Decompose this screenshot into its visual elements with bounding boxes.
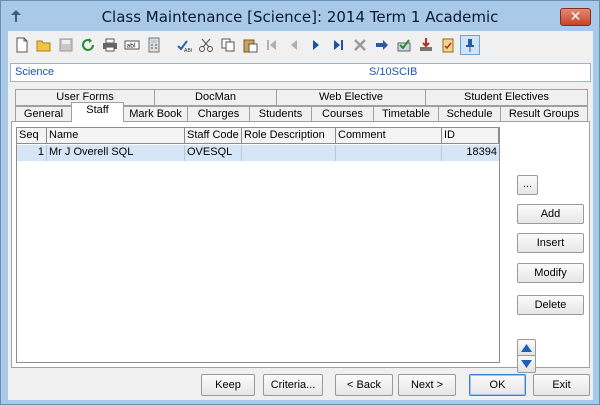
back-button[interactable]: < Back xyxy=(335,374,393,396)
close-button[interactable]: ✕ xyxy=(560,8,591,26)
column-header-comment[interactable]: Comment xyxy=(336,128,442,144)
class-maintenance-window: Class Maintenance [Science]: 2014 Term 1… xyxy=(0,0,600,405)
paste-icon[interactable] xyxy=(240,35,260,55)
staff-tab-panel: Seq Name Staff Code Role Description Com… xyxy=(11,121,590,373)
table-row[interactable]: 1 Mr J Overell SQL OVESQL 18394 xyxy=(17,145,499,161)
calculator-icon[interactable] xyxy=(144,35,164,55)
cell-role-description xyxy=(242,145,336,161)
spellcheck-icon[interactable]: ABC xyxy=(174,35,194,55)
tab-web-elective[interactable]: Web Elective xyxy=(276,89,426,106)
tab-docman[interactable]: DocMan xyxy=(154,89,277,106)
window-title: Class Maintenance [Science]: 2014 Term 1… xyxy=(101,8,499,26)
next-icon[interactable] xyxy=(306,35,326,55)
column-header-name[interactable]: Name xyxy=(47,128,185,144)
tab-staff[interactable]: Staff xyxy=(71,102,124,122)
next-button[interactable]: Next > xyxy=(398,374,456,396)
open-icon[interactable] xyxy=(34,35,54,55)
cell-seq: 1 xyxy=(17,145,47,161)
grid-header: Seq Name Staff Code Role Description Com… xyxy=(17,128,499,144)
delete-icon[interactable] xyxy=(350,35,370,55)
ok-button[interactable]: OK xyxy=(469,374,526,396)
add-button[interactable]: Add xyxy=(517,204,584,224)
column-header-role-description[interactable]: Role Description xyxy=(242,128,336,144)
form-field-icon[interactable]: abl xyxy=(122,35,142,55)
column-header-seq[interactable]: Seq xyxy=(17,128,47,144)
save-icon[interactable] xyxy=(56,35,76,55)
arrow-up-icon xyxy=(521,344,532,352)
cell-staff-code: OVESQL xyxy=(185,145,242,161)
pin-icon[interactable] xyxy=(460,35,480,55)
refresh-icon[interactable] xyxy=(78,35,98,55)
approve-icon[interactable] xyxy=(394,35,414,55)
move-down-button[interactable] xyxy=(517,355,536,373)
lookup-button[interactable]: ... xyxy=(517,175,538,195)
cell-id: 18394 xyxy=(466,146,497,158)
delete-button[interactable]: Delete xyxy=(517,295,584,315)
toolbar: abl ABC xyxy=(8,31,593,60)
criteria-button[interactable]: Criteria... xyxy=(263,374,323,396)
copy-icon[interactable] xyxy=(218,35,238,55)
print-icon[interactable] xyxy=(100,35,120,55)
keep-button[interactable]: Keep xyxy=(201,374,255,396)
svg-text:abl: abl xyxy=(127,43,136,50)
arrow-down-icon xyxy=(521,360,532,368)
clipboard-check-icon[interactable] xyxy=(438,35,458,55)
cell-name: Mr J Overell SQL xyxy=(47,145,185,161)
cut-icon[interactable] xyxy=(196,35,216,55)
new-icon[interactable] xyxy=(12,35,32,55)
exit-button[interactable]: Exit xyxy=(533,374,590,396)
cell-comment xyxy=(336,145,442,161)
column-header-staff-code[interactable]: Staff Code xyxy=(185,128,242,144)
client-area: abl ABC xyxy=(8,31,593,400)
last-icon[interactable] xyxy=(328,35,348,55)
column-header-id[interactable]: ID xyxy=(442,128,499,144)
svg-text:ABC: ABC xyxy=(184,48,192,53)
modify-button[interactable]: Modify xyxy=(517,263,584,283)
staff-grid[interactable]: Seq Name Staff Code Role Description Com… xyxy=(16,127,500,363)
title-bar[interactable]: Class Maintenance [Science]: 2014 Term 1… xyxy=(1,1,599,31)
previous-icon[interactable] xyxy=(284,35,304,55)
context-class-code: S/10SCIB xyxy=(369,66,418,78)
context-department: Science xyxy=(15,66,55,78)
export-icon[interactable] xyxy=(416,35,436,55)
context-bar: Science S/10SCIB xyxy=(10,63,591,82)
first-icon[interactable] xyxy=(262,35,282,55)
insert-button[interactable]: Insert xyxy=(517,233,584,253)
tab-student-electives[interactable]: Student Electives xyxy=(425,89,588,106)
goto-icon[interactable] xyxy=(372,35,392,55)
